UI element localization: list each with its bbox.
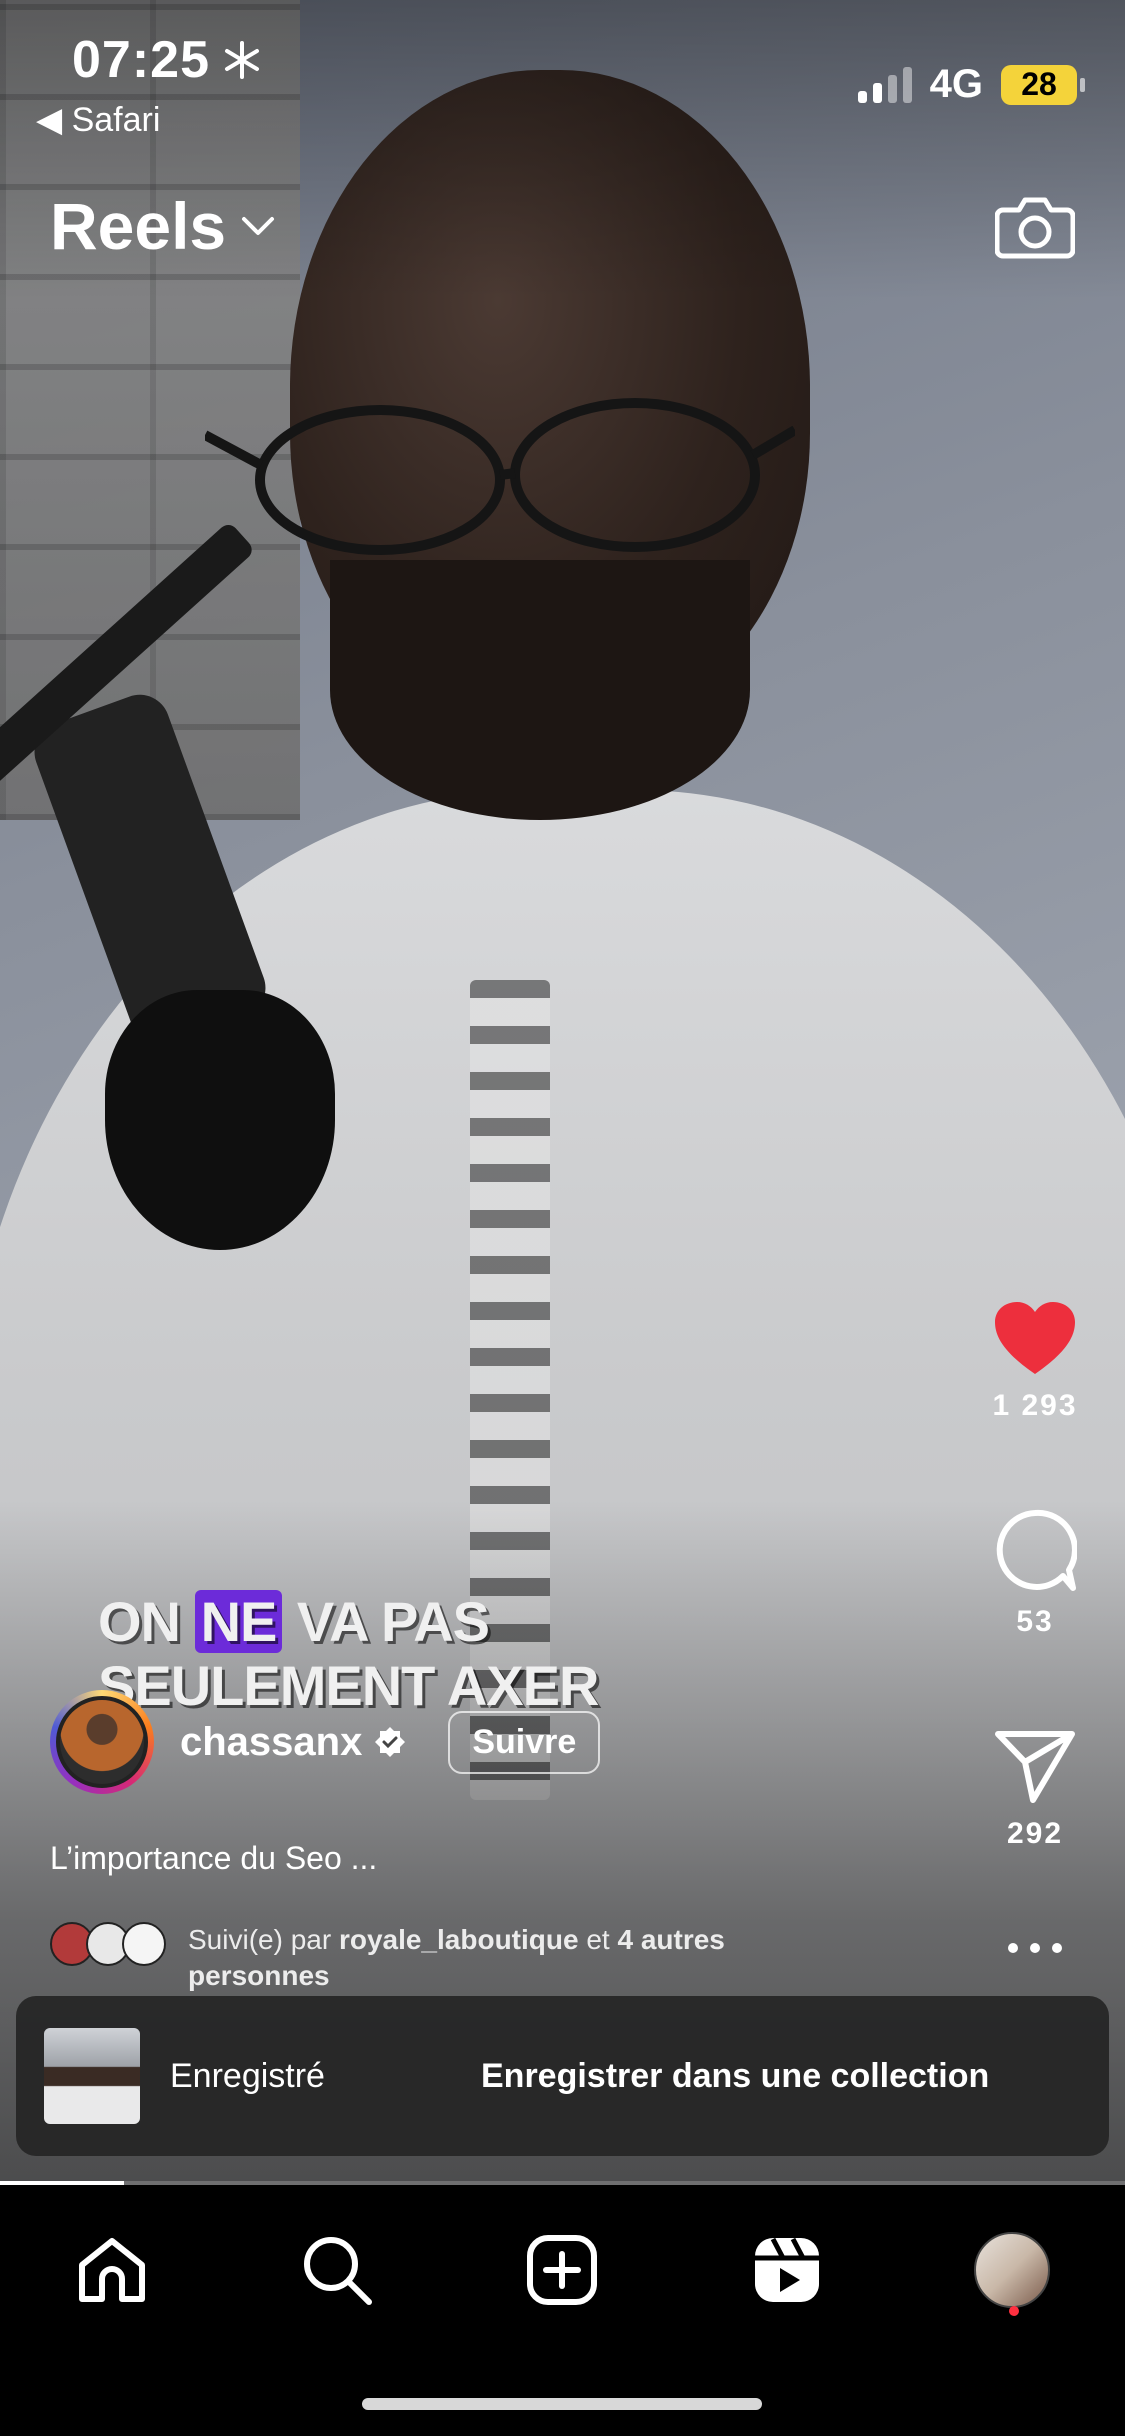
followed-by-text: Suivi(e) par royale_laboutique et 4 autr… [188, 1924, 725, 1991]
shares-count: 292 [1006, 1817, 1064, 1850]
follower-avatars [50, 1922, 170, 1966]
microphone [105, 990, 335, 1250]
likes-count: 1 293 [992, 1389, 1078, 1422]
home-indicator[interactable] [362, 2398, 762, 2410]
share-button[interactable]: 292 [990, 1728, 1080, 1851]
tab-create[interactable] [517, 2225, 607, 2315]
status-right: 4G 28 [857, 62, 1085, 107]
tab-reels[interactable] [742, 2225, 832, 2315]
reels-icon [755, 2237, 819, 2302]
verified-badge-icon [375, 1727, 406, 1757]
toast-thumbnail [44, 2028, 140, 2124]
follow-button[interactable]: Suivre [448, 1710, 601, 1774]
speaker-glasses [205, 398, 795, 555]
more-options-button[interactable] [990, 1940, 1080, 1961]
battery-icon: 28 [1001, 64, 1085, 105]
home-icon [79, 2238, 145, 2302]
camera-icon [994, 197, 1076, 259]
author-username[interactable]: chassanx [180, 1720, 362, 1765]
more-horizontal-icon [1008, 1943, 1062, 1953]
cellular-signal-icon [857, 66, 912, 103]
profile-avatar [974, 2232, 1050, 2308]
comments-count: 53 [1016, 1605, 1054, 1638]
save-to-collection-button[interactable]: Enregistrer dans une collection [481, 2057, 989, 2096]
author-avatar[interactable] [50, 1690, 154, 1794]
paper-plane-icon [995, 1731, 1075, 1803]
tab-profile[interactable] [967, 2225, 1057, 2315]
snowflake-icon [225, 41, 259, 79]
heart-icon [995, 1302, 1075, 1374]
tab-search[interactable] [292, 2225, 382, 2315]
reels-dropdown[interactable]: Reels [50, 188, 276, 264]
toast-status: Enregistré [170, 2056, 325, 2095]
speaker-beard [330, 560, 750, 820]
status-time: 07:25 [72, 31, 210, 89]
caption-highlight: NE [194, 1590, 283, 1653]
tab-home[interactable] [67, 2225, 157, 2315]
chevron-down-icon [242, 217, 275, 235]
author-row: chassanx Suivre [50, 1690, 601, 1794]
page-title: Reels [50, 189, 227, 263]
comment-icon [996, 1509, 1078, 1591]
add-post-icon [527, 2235, 597, 2305]
followed-by[interactable]: Suivi(e) par royale_laboutique et 4 autr… [50, 1922, 850, 1994]
comment-button[interactable]: 53 [990, 1508, 1080, 1639]
camera-button[interactable] [994, 190, 1076, 260]
network-type: 4G [929, 62, 983, 106]
search-icon [304, 2237, 372, 2305]
back-to-safari[interactable]: ◀ Safari [36, 100, 160, 140]
like-button[interactable]: 1 293 [990, 1300, 1080, 1423]
reel-description[interactable]: L’importance du Seo ... [50, 1840, 377, 1877]
notification-dot [1009, 2306, 1019, 2316]
saved-toast: Enregistré Enregistrer dans une collecti… [16, 1996, 1109, 2156]
author-name-wrap[interactable]: chassanx [180, 1720, 406, 1765]
